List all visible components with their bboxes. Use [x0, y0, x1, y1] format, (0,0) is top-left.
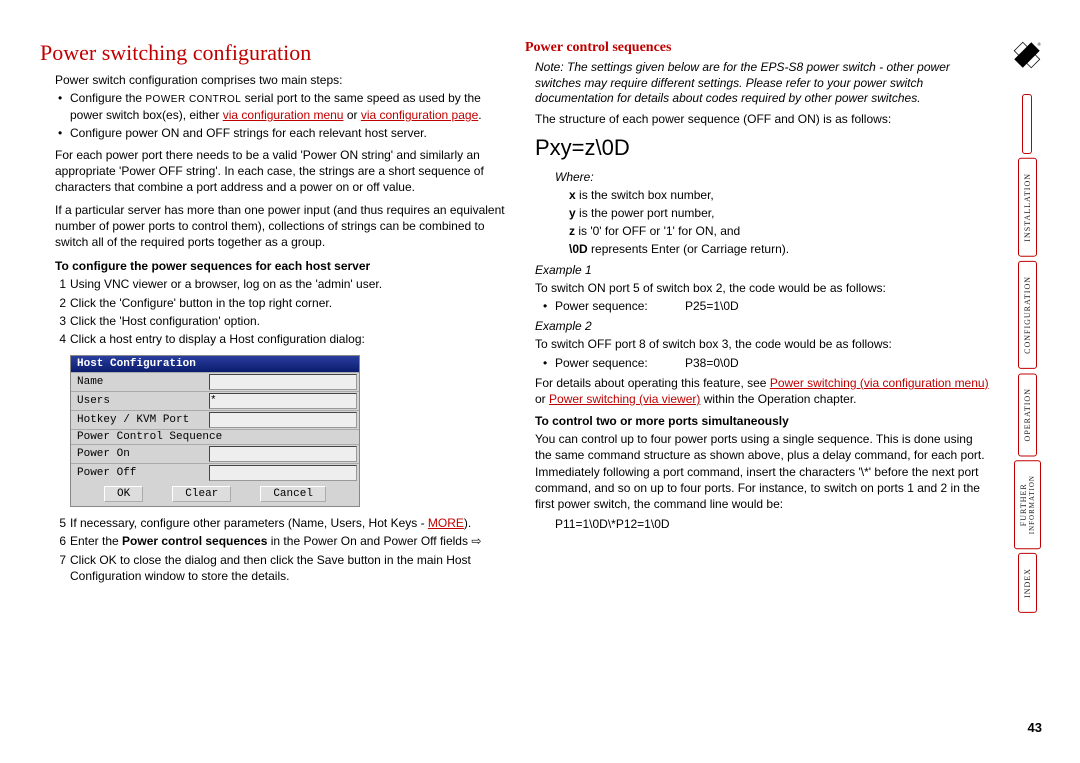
- page-number: 43: [1028, 720, 1042, 735]
- dialog-input-hotkey[interactable]: [209, 412, 357, 428]
- dialog-cancel-button[interactable]: Cancel: [260, 486, 326, 502]
- two-ports-text: You can control up to four power ports u…: [525, 431, 990, 512]
- subhead-configure-sequences: To configure the power sequences for eac…: [40, 258, 505, 274]
- details-text: For details about operating this feature…: [525, 375, 990, 407]
- step-3: Click the 'Host configuration' option.: [70, 313, 505, 329]
- subhead-two-ports: To control two or more ports simultaneou…: [525, 413, 990, 429]
- link-via-config-page[interactable]: via configuration page: [361, 108, 478, 122]
- dialog-input-poweron[interactable]: [209, 446, 357, 462]
- tab-further-info[interactable]: FURTHERINFORMATION: [1014, 460, 1041, 549]
- dialog-ok-button[interactable]: OK: [104, 486, 143, 502]
- section-title-sequences: Power control sequences: [525, 40, 990, 56]
- where-label: Where:: [525, 169, 990, 185]
- step-6: Enter the Power control sequences in the…: [70, 533, 505, 549]
- tab-configuration[interactable]: CONFIGURATION: [1018, 261, 1037, 369]
- link-power-switching-menu[interactable]: Power switching (via configuration menu): [770, 376, 989, 390]
- intro-text: Power switch configuration comprises two…: [40, 72, 505, 88]
- def-y: y is the power port number,: [525, 205, 990, 221]
- link-via-config-menu[interactable]: via configuration menu: [223, 108, 344, 122]
- dialog-label-pcs: Power Control Sequence: [71, 430, 359, 444]
- bullet-configure-serial: Configure the POWER CONTROL serial port …: [70, 90, 505, 123]
- link-more[interactable]: MORE: [428, 516, 464, 530]
- dialog-title: Host Configuration: [71, 356, 359, 372]
- example1-text: To switch ON port 5 of switch box 2, the…: [525, 280, 990, 296]
- dialog-label-poweron: Power On: [71, 447, 207, 461]
- def-z: z is '0' for OFF or '1' for ON, and: [525, 223, 990, 239]
- step-4: Click a host entry to display a Host con…: [70, 331, 505, 347]
- dialog-label-hotkey: Hotkey / KVM Port: [71, 413, 207, 427]
- brand-logo-icon: ®: [1012, 40, 1042, 70]
- link-power-switching-viewer[interactable]: Power switching (via viewer): [549, 392, 700, 406]
- dialog-input-poweroff[interactable]: [209, 465, 357, 481]
- dialog-label-users: Users: [71, 394, 207, 408]
- step-2: Click the 'Configure' button in the top …: [70, 295, 505, 311]
- two-ports-code: P11=1\0D\*P12=1\0D: [525, 516, 990, 532]
- host-config-dialog: Host Configuration Name Users Hotkey / K…: [70, 355, 360, 507]
- dialog-input-users[interactable]: [209, 393, 357, 409]
- right-column: Power control sequences Note: The settin…: [525, 40, 990, 586]
- example1-sequence: Power sequence:P25=1\0D: [525, 298, 990, 314]
- example2-head: Example 2: [525, 318, 990, 334]
- dialog-label-poweroff: Power Off: [71, 466, 207, 480]
- para-multi-port: If a particular server has more than one…: [40, 202, 505, 251]
- tab-operation[interactable]: OPERATION: [1018, 373, 1037, 456]
- svg-text:®: ®: [1038, 41, 1042, 47]
- left-column: Power switching configuration Power swit…: [40, 40, 505, 586]
- tab-installation[interactable]: INSTALLATION: [1018, 158, 1037, 257]
- sequence-format: Pxy=z\0D: [535, 133, 990, 163]
- tab-contents[interactable]: [1022, 94, 1032, 154]
- def-0d: \0D represents Enter (or Carriage return…: [525, 241, 990, 257]
- step-5: If necessary, configure other parameters…: [70, 515, 505, 531]
- note-eps-s8: Note: The settings given below are for t…: [525, 60, 990, 107]
- bullet-configure-strings: Configure power ON and OFF strings for e…: [70, 125, 505, 141]
- example1-head: Example 1: [525, 262, 990, 278]
- example2-text: To switch OFF port 8 of switch box 3, th…: [525, 336, 990, 352]
- step-1: Using VNC viewer or a browser, log on as…: [70, 276, 505, 292]
- page-title: Power switching configuration: [40, 40, 505, 66]
- structure-text: The structure of each power sequence (OF…: [525, 111, 990, 127]
- example2-sequence: Power sequence:P38=0\0D: [525, 355, 990, 371]
- def-x: x is the switch box number,: [525, 187, 990, 203]
- dialog-clear-button[interactable]: Clear: [172, 486, 231, 502]
- sidebar-nav: ® INSTALLATION CONFIGURATION OPERATION F…: [1012, 40, 1042, 613]
- dialog-label-name: Name: [71, 375, 207, 389]
- para-power-strings: For each power port there needs to be a …: [40, 147, 505, 196]
- step-7: Click OK to close the dialog and then cl…: [70, 552, 505, 584]
- dialog-input-name[interactable]: [209, 374, 357, 390]
- tab-index[interactable]: INDEX: [1018, 553, 1037, 613]
